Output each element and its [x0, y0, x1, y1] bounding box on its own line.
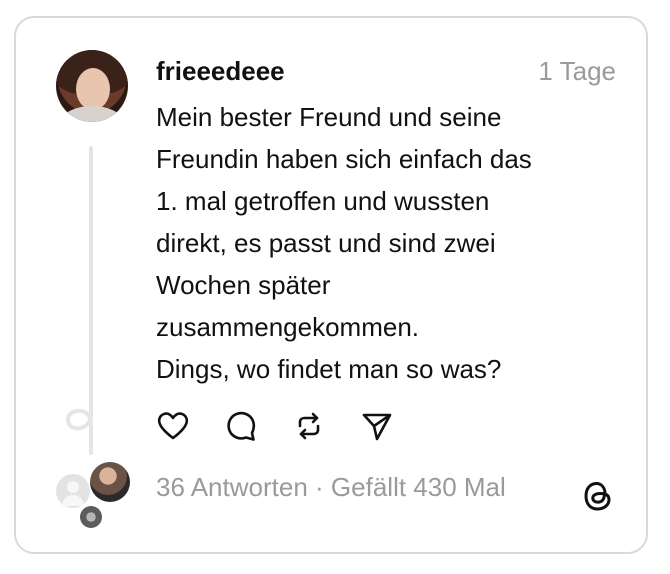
post-text-line: 1. mal getroffen und wussten — [156, 186, 490, 216]
post-text-line: zusammengekommen. — [156, 312, 419, 342]
comment-icon[interactable] — [224, 409, 258, 443]
thread-curl-icon — [66, 375, 93, 455]
default-avatar-icon — [56, 474, 90, 508]
post-text: Mein bester Freund und seine Freundin ha… — [156, 96, 616, 390]
replier-avatars — [50, 460, 140, 540]
likes-count[interactable]: Gefällt 430 Mal — [331, 472, 506, 502]
repost-icon[interactable] — [292, 409, 326, 443]
post-stats: 36 Antworten · Gefällt 430 Mal — [156, 472, 506, 503]
timestamp: 1 Tage — [538, 56, 616, 86]
post-text-line: direkt, es passt und sind zwei — [156, 228, 496, 258]
thread-line — [89, 146, 93, 378]
threads-logo-icon — [584, 481, 611, 511]
username[interactable]: frieeedeee — [156, 56, 285, 87]
post-text-line: Mein bester Freund und seine — [156, 102, 502, 132]
post-text-line: Freundin haben sich einfach das — [156, 144, 532, 174]
post-text-line: Dings, wo findet man so was? — [156, 354, 502, 384]
stats-separator: · — [315, 472, 324, 502]
avatar — [80, 506, 102, 528]
author-avatar[interactable] — [56, 50, 128, 122]
avatar — [90, 462, 130, 502]
replies-count[interactable]: 36 Antworten — [156, 472, 308, 502]
action-bar — [156, 408, 394, 444]
heart-icon[interactable] — [156, 409, 190, 443]
post-text-line: Wochen später — [156, 270, 331, 300]
send-icon[interactable] — [360, 409, 394, 443]
